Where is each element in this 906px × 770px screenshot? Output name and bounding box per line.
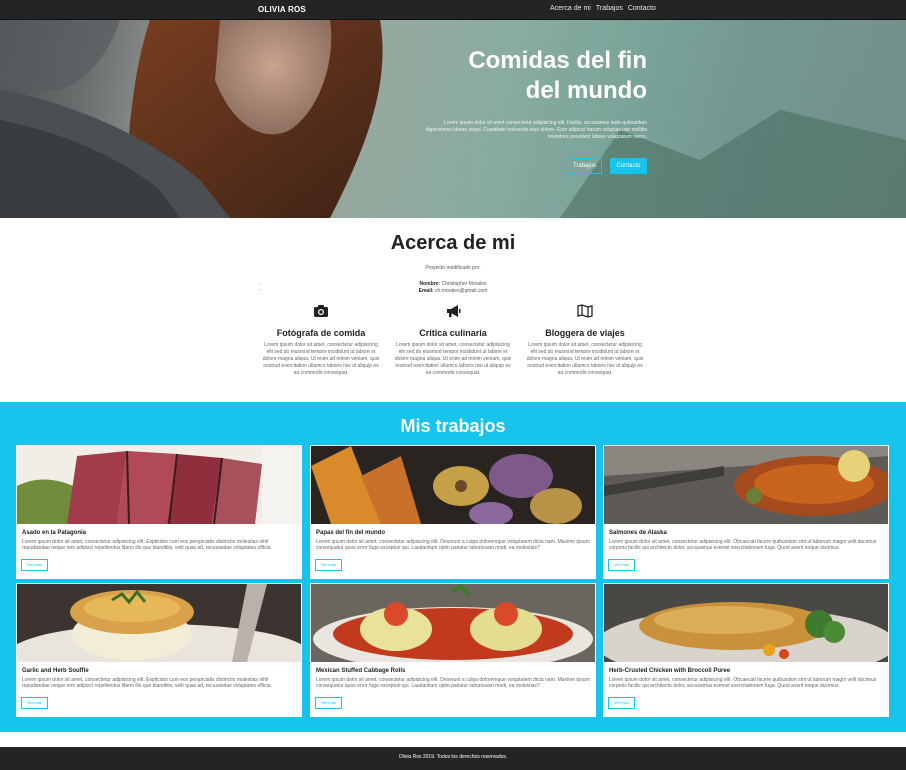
footer: Olivia Ros 2019. Todos los derechos rese…	[0, 747, 906, 770]
work-text: Lorem ipsum dolor sit amet, consectetur …	[22, 677, 272, 689]
hero-section: Comidas del fin del mundo Lorem ipsum do…	[0, 20, 906, 218]
nav-link-contact[interactable]: Contacto	[628, 5, 656, 12]
work-card: Herb-Crusted Chicken with Broccoli Puree…	[603, 583, 889, 717]
feature-title: Crítica culinaria	[419, 328, 487, 338]
see-more-button[interactable]: Ver más	[315, 559, 342, 571]
works-title: Mis trabajos	[400, 416, 506, 436]
work-card: Salmones de Alaska Lorem ipsum dolor sit…	[603, 445, 889, 579]
hero-contact-button[interactable]: Contacto	[610, 158, 647, 174]
feature-food-critic: Crítica culinaria Lorem ipsum dolor sit …	[393, 304, 513, 377]
work-text: Lorem ipsum dolor sit amet, consectetur …	[22, 539, 272, 551]
work-text: Lorem ipsum dolor sit amet, consectetur …	[316, 677, 590, 689]
work-image-chicken	[604, 584, 888, 662]
about-title: Acerca de mi	[390, 232, 516, 254]
work-image-papas	[311, 446, 595, 524]
work-title: Salmones de Alaska	[609, 530, 667, 536]
feature-travel-blogger: Bloggera de viajes Lorem ipsum dolor sit…	[525, 304, 645, 377]
work-card: Asado en la Patagonia Lorem ipsum dolor …	[16, 445, 302, 579]
work-title: Mexican Stuffed Cabbage Rolls	[316, 668, 406, 674]
hero-description: Lorem ipsum dolor sit amet consectetur a…	[425, 120, 647, 140]
work-image-souffle	[17, 584, 301, 662]
about-info: Nombre: Christopher Morales Email: ch.mo…	[0, 281, 906, 295]
nav-link-works[interactable]: Trabajos	[596, 5, 623, 12]
email-label: Email:	[418, 288, 434, 294]
feature-title: Bloggera de viajes	[545, 328, 625, 338]
name-label: Nombre:	[419, 281, 441, 287]
work-card: Papas del fin del mundo Lorem ipsum dolo…	[310, 445, 596, 579]
work-title: Papas del fin del mundo	[316, 530, 386, 536]
work-card: Garlic and Herb Souffle Lorem ipsum dolo…	[16, 583, 302, 717]
works-section: Mis trabajos Asado en la Patagonia Lorem…	[0, 402, 906, 732]
feature-food-photographer: Fotógrafa de comida Lorem ipsum dolor si…	[261, 304, 381, 377]
nav-link-about[interactable]: Acerca de mi	[550, 5, 591, 12]
feature-title: Fotógrafa de comida	[276, 328, 366, 338]
about-name-line: Nombre: Christopher Morales	[0, 281, 906, 288]
work-image-asado	[17, 446, 301, 524]
work-title: Asado en la Patagonia	[22, 530, 87, 536]
work-text: Lorem ipsum dolor sit amet, consectetur …	[609, 677, 877, 689]
work-image-salmones	[604, 446, 888, 524]
see-more-button[interactable]: Ver más	[608, 697, 635, 709]
footer-copyright: Olivia Ros 2019. Todos los derechos rese…	[398, 754, 508, 760]
feature-text: Lorem ipsum dolor sit amet, consectetur …	[394, 342, 512, 376]
about-email-line: Email: ch.morales@gmail.com	[0, 288, 906, 295]
see-more-button[interactable]: Ver más	[21, 697, 48, 709]
about-note: Proyecto modificado por:	[425, 265, 481, 271]
nav-links: Acerca de mi Trabajos Contacto	[550, 5, 656, 12]
megaphone-icon	[447, 305, 461, 317]
hero-works-button[interactable]: Trabajos	[567, 158, 602, 174]
see-more-button[interactable]: Ver más	[608, 559, 635, 571]
feature-text: Lorem ipsum dolor sit amet, consectetur …	[526, 342, 644, 376]
navbar: OLIVIA ROS Acerca de mi Trabajos Contact…	[0, 0, 906, 20]
work-text: Lorem ipsum dolor sit amet, consectetur …	[316, 539, 590, 551]
work-card: Mexican Stuffed Cabbage Rolls Lorem ipsu…	[310, 583, 596, 717]
work-image-cabbage-rolls	[311, 584, 595, 662]
feature-text: Lorem ipsum dolor sit amet, consectetur …	[262, 342, 380, 376]
camera-icon	[314, 305, 328, 317]
hero-title: Comidas del fin del mundo	[468, 47, 647, 104]
email-value: ch.morales@gmail.com	[435, 288, 488, 294]
see-more-button[interactable]: Ver más	[315, 697, 342, 709]
work-title: Herb-Crusted Chicken with Broccoli Puree	[609, 668, 731, 674]
brand-logo[interactable]: OLIVIA ROS	[258, 5, 306, 14]
work-title: Garlic and Herb Souffle	[22, 668, 89, 674]
about-section: Acerca de mi Proyecto modificado por: · ·…	[0, 218, 906, 402]
name-value: Christopher Morales	[441, 281, 487, 287]
see-more-button[interactable]: Ver más	[21, 559, 48, 571]
work-text: Lorem ipsum dolor sit amet, consectetur …	[609, 539, 877, 551]
map-icon	[577, 304, 593, 318]
